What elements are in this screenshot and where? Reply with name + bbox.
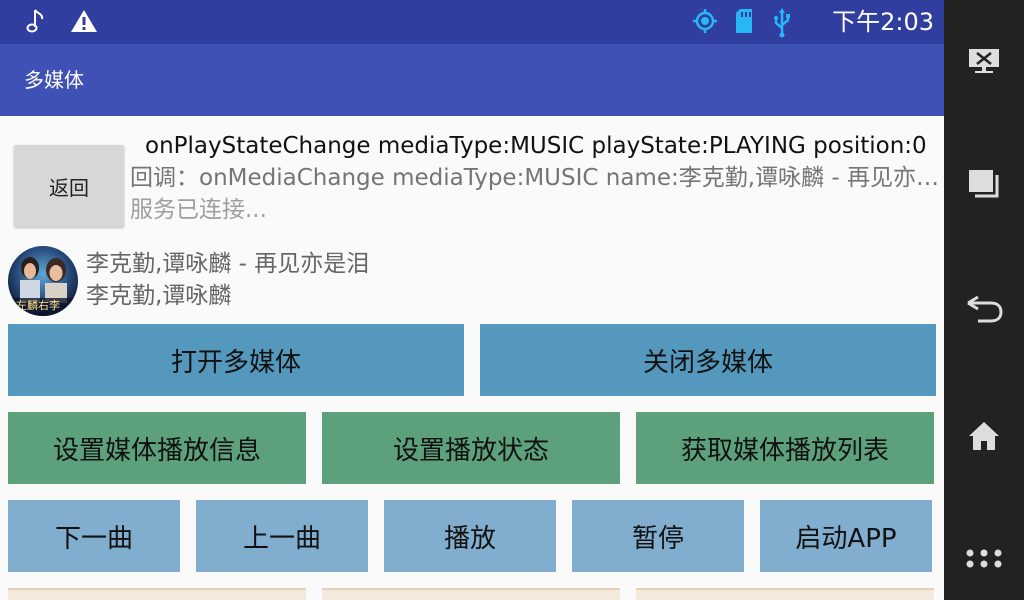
app-drawer-button[interactable] — [944, 524, 1024, 600]
now-playing-artist: 李克勤,谭咏麟 — [86, 283, 232, 309]
gps-icon — [692, 8, 718, 40]
svg-text:左麟右李: 左麟右李 — [16, 298, 60, 312]
partial-button-row[interactable] — [8, 588, 306, 600]
warning-icon — [70, 8, 98, 40]
now-playing-title: 李克勤,谭咏麟 - 再见亦是泪 — [86, 251, 370, 277]
screen-cast-button[interactable] — [944, 22, 1024, 102]
set-media-info-button[interactable]: 设置媒体播放信息 — [8, 412, 306, 484]
album-art: 左麟右李 — [8, 246, 78, 316]
app-bar: 多媒体 — [0, 44, 944, 116]
close-media-button[interactable]: 关闭多媒体 — [480, 324, 936, 396]
music-note-icon — [26, 8, 46, 42]
get-playlist-button[interactable]: 获取媒体播放列表 — [636, 412, 934, 484]
recent-apps-button[interactable] — [944, 146, 1024, 226]
set-play-state-button[interactable]: 设置播放状态 — [322, 412, 620, 484]
next-track-button[interactable]: 下一曲 — [8, 500, 180, 572]
home-nav-button[interactable] — [944, 398, 1024, 478]
play-button[interactable]: 播放 — [384, 500, 556, 572]
screen-cast-icon — [966, 45, 1002, 79]
sd-card-icon — [734, 8, 754, 40]
status-clock: 下午2:03 — [832, 8, 934, 36]
pause-button[interactable]: 暂停 — [572, 500, 744, 572]
partial-button-row[interactable] — [636, 588, 934, 600]
app-grid-icon — [964, 548, 1004, 580]
log-line-state: onPlayStateChange mediaType:MUSIC playSt… — [145, 133, 927, 159]
log-line-service: 服务已连接... — [130, 197, 267, 223]
home-icon — [967, 420, 1001, 456]
back-nav-button[interactable] — [944, 272, 1024, 352]
recent-apps-icon — [967, 168, 1001, 204]
status-bar: 下午2:03 — [0, 0, 944, 44]
open-media-button[interactable]: 打开多媒体 — [8, 324, 464, 396]
partial-button-row[interactable] — [322, 588, 620, 600]
launch-app-button[interactable]: 启动APP — [760, 500, 932, 572]
log-line-callback: 回调：onMediaChange mediaType:MUSIC name:李克… — [130, 165, 942, 191]
page-title: 多媒体 — [24, 68, 84, 92]
back-arrow-icon — [964, 295, 1004, 329]
previous-track-button[interactable]: 上一曲 — [196, 500, 368, 572]
navigation-bar — [944, 0, 1024, 600]
back-button[interactable]: 返回 — [14, 145, 124, 227]
usb-icon — [772, 8, 792, 44]
